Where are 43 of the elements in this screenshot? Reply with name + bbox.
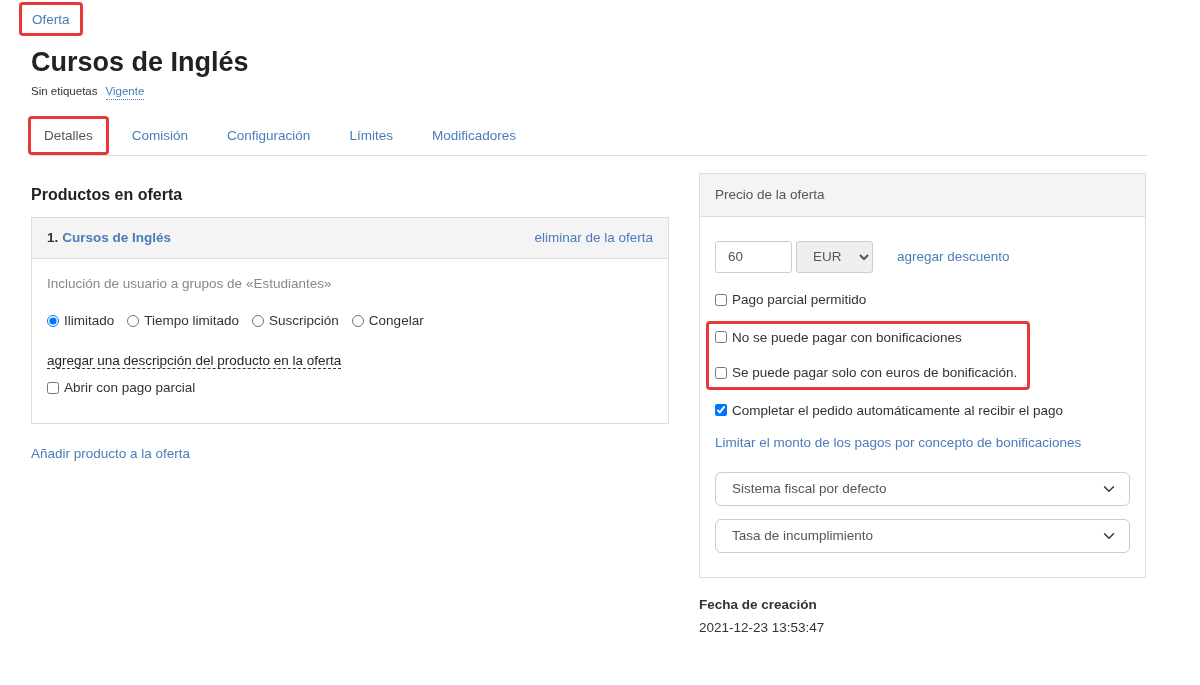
tab[interactable]: Detalles bbox=[28, 115, 109, 156]
add-product-link[interactable]: Añadir producto a la oferta bbox=[31, 445, 191, 461]
created-date: 2021-12-23 13:53:47 bbox=[699, 619, 826, 637]
tab[interactable]: Comisión bbox=[115, 115, 205, 156]
radio-label: Congelar bbox=[368, 312, 424, 330]
breadcrumb-link[interactable]: Oferta bbox=[19, 2, 83, 36]
checkbox[interactable] bbox=[715, 293, 727, 306]
dropdown-select[interactable]: Tasa de incumplimiento bbox=[715, 518, 1130, 553]
add-description-link[interactable]: agregar una descripción del producto en la oferta bbox=[47, 352, 342, 369]
card-header: Precio de la oferta bbox=[700, 174, 1145, 217]
tab[interactable]: Modificadores bbox=[415, 115, 532, 156]
radio-label: Tiempo limitado bbox=[144, 312, 240, 330]
radio-label: Suscripción bbox=[269, 312, 339, 330]
checkbox-label: Se puede pagar solo con euros de bonificación. bbox=[732, 364, 1018, 382]
radio-label: Ilimitado bbox=[64, 312, 115, 330]
item-number: 1. bbox=[47, 229, 59, 247]
product-link[interactable]: Cursos de Inglés bbox=[62, 229, 172, 247]
checkbox-label: Completar el pedido automáticamente al recibir el pago bbox=[732, 401, 1063, 420]
created-label: Fecha de creación bbox=[699, 595, 818, 614]
radio-button[interactable] bbox=[47, 315, 59, 328]
checkbox-label: No se puede pagar con bonificaciones bbox=[732, 328, 962, 347]
tab[interactable]: Configuración bbox=[211, 115, 327, 156]
description-text: Inclución de usuario a grupos de «Estudiantes» bbox=[47, 274, 333, 293]
currency-select[interactable]: EUR bbox=[796, 240, 873, 273]
radio-button[interactable] bbox=[127, 315, 140, 328]
amount-field[interactable]: 60 bbox=[715, 240, 792, 273]
remove-link[interactable]: eliminar de la oferta bbox=[534, 229, 653, 247]
checkbox[interactable] bbox=[715, 404, 727, 417]
tab[interactable]: Límites bbox=[333, 115, 409, 156]
checkbox[interactable] bbox=[715, 366, 727, 379]
limit-link[interactable]: Limitar el monto de los pagos por concepto de bonificaciones bbox=[715, 434, 1130, 452]
dropdown-select[interactable]: Sistema fiscal por defecto bbox=[715, 471, 1130, 506]
tags-label: Sin etiquetas bbox=[31, 83, 98, 99]
radio-button[interactable] bbox=[252, 315, 265, 328]
checkbox-label: Pago parcial permitido bbox=[732, 290, 867, 309]
checkbox-label: Abrir con pago parcial bbox=[64, 379, 196, 397]
section-heading: Productos en oferta bbox=[31, 185, 184, 206]
status-link[interactable]: Vigente bbox=[105, 83, 145, 100]
radio-button[interactable] bbox=[351, 315, 364, 328]
checkbox[interactable] bbox=[715, 331, 727, 344]
checkbox[interactable] bbox=[47, 382, 59, 395]
discount-link[interactable]: agregar descuento bbox=[897, 248, 1010, 266]
page-title: Cursos de Inglés bbox=[31, 45, 250, 78]
